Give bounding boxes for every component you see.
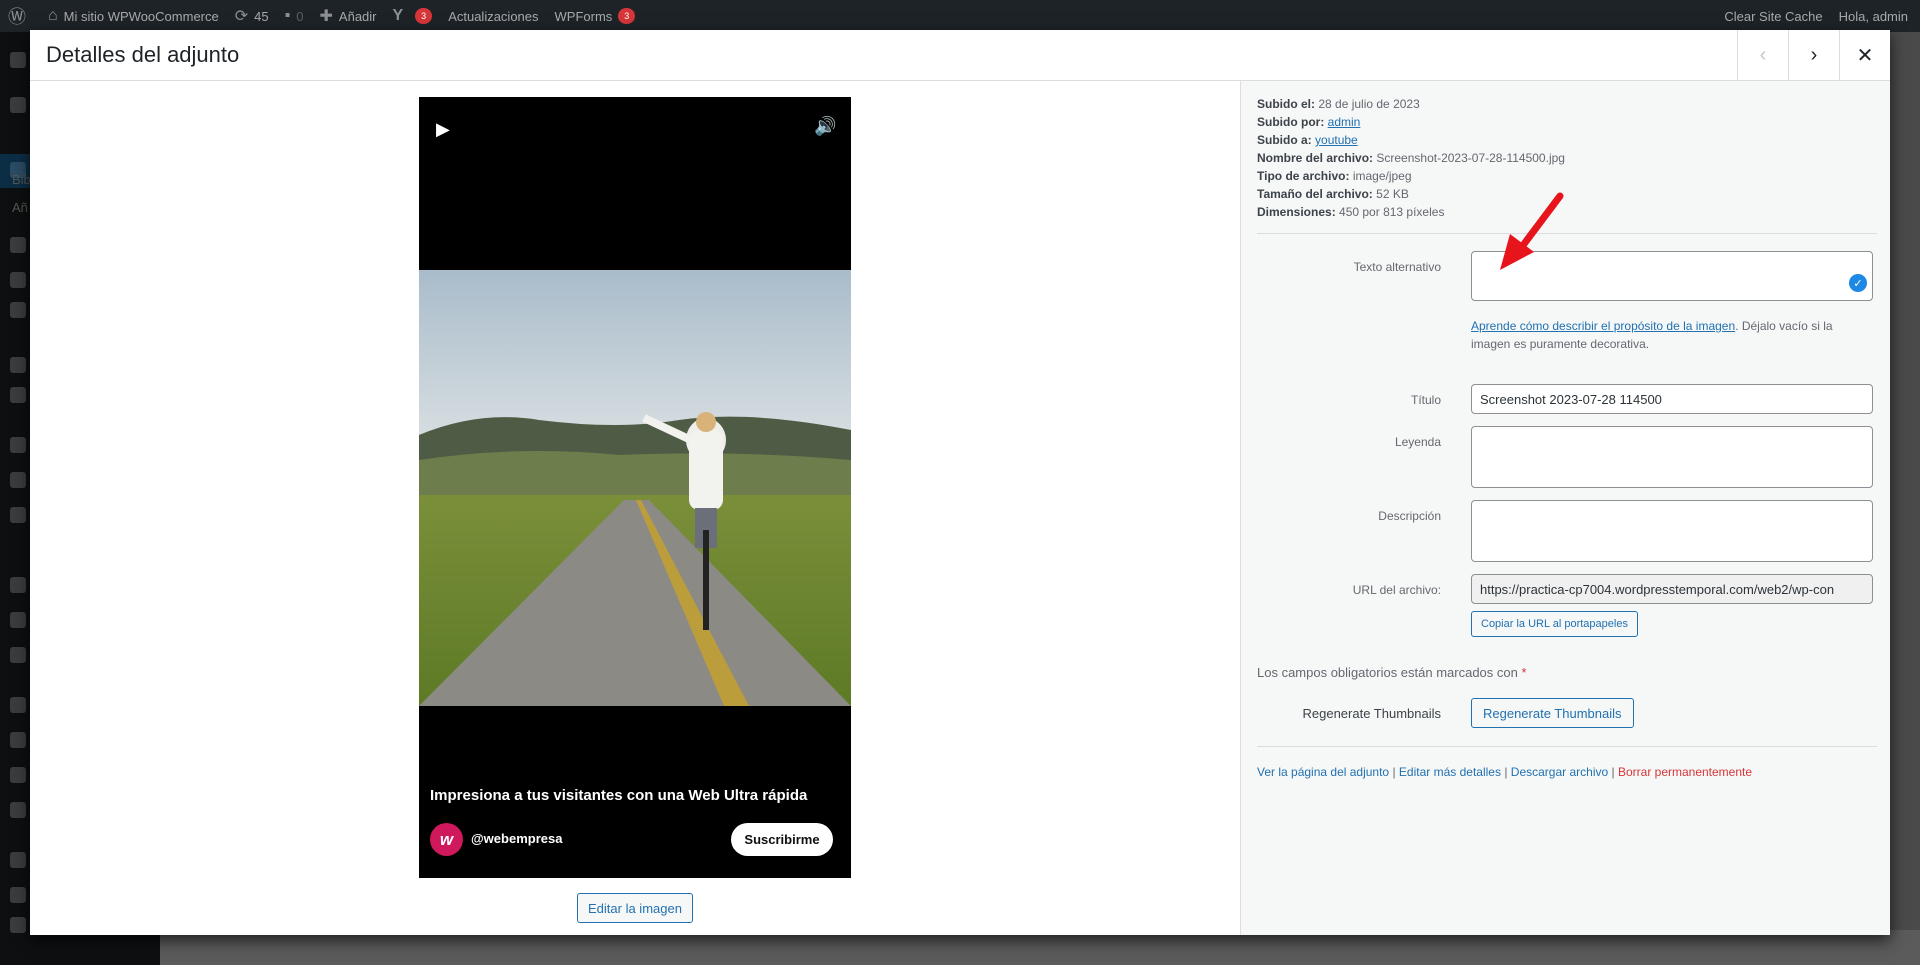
play-icon: ▶: [436, 119, 450, 139]
download-file-link[interactable]: Descargar archivo: [1511, 765, 1608, 779]
pages-icon[interactable]: [10, 237, 26, 253]
edit-more-details-link[interactable]: Editar más detalles: [1399, 765, 1501, 779]
uploaded-to-row: Subido a: youtube: [1257, 133, 1358, 147]
settings-icon[interactable]: [10, 917, 26, 933]
comment-icon: ▪: [284, 7, 291, 24]
title-field[interactable]: Screenshot 2023-07-28 114500: [1471, 384, 1873, 414]
close-button[interactable]: ✕: [1839, 30, 1890, 80]
globe-icon[interactable]: [10, 302, 26, 318]
wpforms-link[interactable]: WPForms 3: [547, 0, 644, 32]
updates-link[interactable]: Actualizaciones: [440, 0, 546, 32]
alt-text-help-link[interactable]: Aprende cómo describir el propósito de l…: [1471, 319, 1735, 333]
yoast-icon: Y: [392, 7, 404, 24]
forms-icon[interactable]: [10, 647, 26, 663]
next-button[interactable]: ›: [1788, 30, 1839, 80]
greeting: Hola, admin: [1838, 8, 1908, 24]
required-fields-note: Los campos obligatorios están marcados c…: [1257, 665, 1527, 680]
site-name: Mi sitio WPWooCommerce: [63, 8, 219, 24]
alt-text-help: Aprende cómo describir el propósito de l…: [1471, 319, 1833, 351]
elementor-icon[interactable]: [10, 577, 26, 593]
chevron-right-icon: ›: [1810, 43, 1818, 66]
subscribe-button: Suscribirme: [731, 823, 833, 856]
yoast-link[interactable]: Y3: [385, 0, 441, 32]
edit-image-button[interactable]: Editar la imagen: [577, 893, 693, 923]
folder-icon[interactable]: [10, 612, 26, 628]
admin-bar: Ⓦ ⌂ Mi sitio WPWooCommerce ⟳ 45 ▪ 0 ✚ Añadir…: [0, 0, 1920, 32]
cyclist-photo: [419, 270, 851, 706]
background-page-content: [160, 930, 1920, 965]
description-label: Descripción: [1378, 509, 1441, 523]
tools-icon[interactable]: [10, 767, 26, 783]
clear-cache-link[interactable]: Clear Site Cache: [1716, 0, 1830, 32]
plugins-icon[interactable]: [10, 732, 26, 748]
copy-url-button[interactable]: Copiar la URL al portapapeles: [1471, 611, 1638, 637]
regenerate-thumbnails-button[interactable]: Regenerate Thumbnails: [1471, 698, 1634, 728]
scissors-icon[interactable]: [10, 802, 26, 818]
chevron-left-icon: ‹: [1759, 43, 1767, 66]
alt-text-label: Texto alternativo: [1353, 260, 1441, 274]
mail-icon[interactable]: [10, 357, 26, 373]
sidebar-sub-add[interactable]: Añ: [12, 200, 28, 215]
annotation-arrow-icon: [1500, 192, 1564, 270]
marketing-icon[interactable]: [10, 507, 26, 523]
posts-icon[interactable]: [10, 97, 26, 113]
caption-field[interactable]: [1471, 426, 1873, 488]
close-icon: ✕: [1856, 44, 1874, 67]
uploaded-by-row: Subido por: admin: [1257, 115, 1361, 129]
site-name-link[interactable]: ⌂ Mi sitio WPWooCommerce: [40, 0, 227, 32]
volume-icon: 🔊: [814, 116, 837, 136]
wpforms-badge: 3: [618, 8, 636, 24]
sidebar-sub-library[interactable]: Bib: [12, 172, 31, 187]
uploaded-on-row: Subido el: 28 de julio de 2023: [1257, 97, 1420, 111]
attachment-actions: Ver la página del adjunto | Editar más d…: [1257, 765, 1753, 779]
file-name-row: Nombre del archivo: Screenshot-2023-07-2…: [1257, 151, 1565, 165]
products-icon[interactable]: [10, 437, 26, 453]
delete-permanently-link[interactable]: Borrar permanentemente: [1618, 765, 1752, 779]
comments-count: 0: [296, 8, 304, 24]
uploaded-by-link[interactable]: admin: [1328, 115, 1361, 129]
updates-label: Actualizaciones: [448, 8, 539, 24]
attachment-details-modal: Detalles del adjunto ‹ › ✕ ▶ 🔊 Impresion…: [30, 30, 1890, 935]
uploaded-to-link[interactable]: youtube: [1315, 133, 1358, 147]
caption-label: Leyenda: [1394, 435, 1441, 449]
appearance-icon[interactable]: [10, 697, 26, 713]
comments-icon[interactable]: [10, 272, 26, 288]
channel-name: @webempresa: [471, 831, 563, 846]
dashboard-icon[interactable]: [10, 52, 26, 68]
checkmark-icon: ✓: [1849, 274, 1867, 292]
description-field[interactable]: [1471, 500, 1873, 562]
regenerate-thumbnails-label: Regenerate Thumbnails: [1302, 706, 1441, 721]
view-attachment-page-link[interactable]: Ver la página del adjunto: [1257, 765, 1389, 779]
analytics-icon[interactable]: [10, 472, 26, 488]
updates-count-link[interactable]: ⟳ 45: [227, 0, 277, 32]
wordpress-logo-icon: Ⓦ: [8, 7, 26, 27]
attachment-preview: ▶ 🔊 Impresiona a tus visitantes con una …: [30, 81, 1240, 935]
modal-header: Detalles del adjunto ‹ › ✕: [30, 30, 1890, 81]
previous-button[interactable]: ‹: [1737, 30, 1788, 80]
add-new-link[interactable]: ✚ Añadir: [312, 0, 385, 32]
comments-link[interactable]: ▪ 0: [277, 0, 312, 32]
wrench-icon[interactable]: [10, 887, 26, 903]
account-link[interactable]: Hola, admin: [1831, 0, 1920, 32]
title-label: Título: [1410, 393, 1441, 407]
clear-cache-label: Clear Site Cache: [1724, 8, 1823, 24]
wp-logo-button[interactable]: Ⓦ: [0, 0, 40, 32]
home-icon: ⌂: [48, 7, 58, 24]
refresh-icon: ⟳: [234, 8, 249, 25]
file-type-row: Tipo de archivo: image/jpeg: [1257, 169, 1412, 183]
file-url-label: URL del archivo:: [1352, 583, 1441, 597]
add-new-label: Añadir: [338, 8, 377, 24]
attachment-image: ▶ 🔊 Impresiona a tus visitantes con una …: [419, 97, 851, 878]
users-icon[interactable]: [10, 852, 26, 868]
yoast-badge: 3: [415, 8, 433, 24]
divider: [1257, 746, 1877, 747]
updates-count: 45: [254, 8, 269, 24]
wpforms-label: WPForms: [554, 8, 613, 24]
modal-title: Detalles del adjunto: [46, 42, 240, 67]
video-caption: Impresiona a tus visitantes con una Web …: [430, 787, 808, 804]
channel-logo: w: [430, 823, 463, 856]
woocommerce-icon[interactable]: [10, 387, 26, 403]
plus-icon: ✚: [319, 8, 333, 25]
file-url-field[interactable]: https://practica-cp7004.wordpresstempora…: [1471, 574, 1873, 604]
